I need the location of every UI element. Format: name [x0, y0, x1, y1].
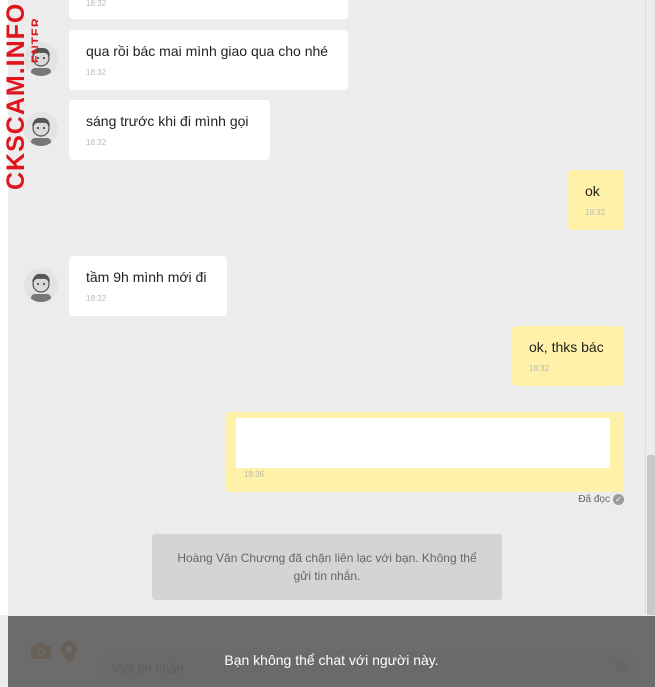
chat-area: 18:32 qua rồi bác mai mình giao qua cho … [8, 0, 655, 687]
message-bubble-incoming: qua rồi bác mai mình giao qua cho nhé 18… [69, 30, 348, 90]
message-time: 18:32 [585, 208, 606, 217]
avatar-icon [24, 112, 58, 146]
message-time: 18:36 [244, 470, 265, 479]
scrollbar-thumb[interactable] [647, 455, 655, 620]
message-time: 18:32 [86, 0, 107, 8]
message-bubble-incoming: tầm 9h mình mới đi 18:32 [69, 256, 227, 316]
message-text: tầm 9h mình mới đi [86, 269, 207, 285]
message-time: 18:32 [529, 364, 550, 373]
read-receipt: Đã đọc ✓ [578, 494, 624, 505]
redacted-content [236, 418, 610, 468]
scrollbar[interactable] [645, 0, 655, 687]
message-text: ok [585, 183, 600, 199]
message-bubble-outgoing: 18:36 [226, 412, 624, 492]
message-time: 18:32 [86, 294, 107, 303]
contact-avatar [24, 112, 58, 146]
chat-disabled-text: Bạn không thể chat với người này. [224, 652, 439, 668]
message-text: ok, thks bác [529, 339, 604, 355]
chat-disabled-overlay: Bạn không thể chat với người này. [8, 616, 655, 687]
read-status-label: Đã đọc [578, 494, 610, 505]
message-bubble-incoming: 18:32 [69, 0, 348, 19]
message-time: 18:32 [86, 68, 107, 77]
message-text: qua rồi bác mai mình giao qua cho nhé [86, 43, 329, 59]
message-bubble-incoming: sáng trước khi đi mình gọi 18:32 [69, 100, 270, 160]
message-text: sáng trước khi đi mình gọi [86, 113, 249, 129]
blocked-notice: Hoàng Văn Chương đã chặn liên lạc với bạ… [152, 534, 502, 600]
message-time: 18:32 [86, 138, 107, 147]
avatar-icon [24, 268, 58, 302]
check-icon: ✓ [613, 494, 624, 505]
message-bubble-outgoing: ok, thks bác 18:32 [512, 326, 624, 386]
contact-avatar [24, 268, 58, 302]
blocked-notice-text: Hoàng Văn Chương đã chặn liên lạc với bạ… [177, 551, 477, 583]
avatar-icon [24, 42, 58, 76]
contact-avatar [24, 42, 58, 76]
message-bubble-outgoing: ok 18:32 [568, 170, 624, 230]
